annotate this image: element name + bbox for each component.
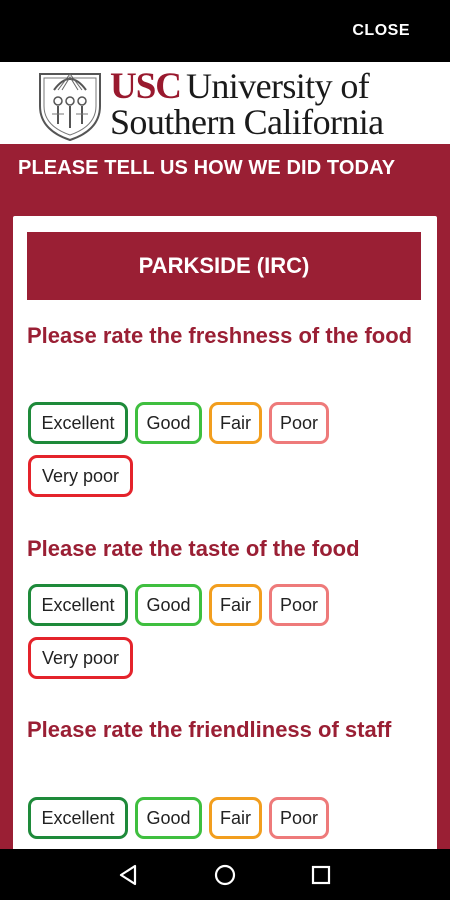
university-name-line2: Southern California — [110, 102, 384, 142]
freshness-fair-button[interactable]: Fair — [209, 402, 262, 444]
taste-poor-button[interactable]: Poor — [269, 584, 329, 626]
taste-excellent-button[interactable]: Excellent — [28, 584, 128, 626]
taste-good-button[interactable]: Good — [135, 584, 202, 626]
close-button[interactable]: CLOSE — [352, 22, 410, 40]
friendliness-poor-button[interactable]: Poor — [269, 797, 329, 839]
rating-row-friendliness: Excellent Good Fair Poor — [28, 797, 329, 839]
survey-area: PLEASE TELL US HOW WE DID TODAY PARKSIDE… — [0, 144, 450, 849]
rating-row-taste-2: Very poor — [28, 637, 133, 679]
friendliness-good-button[interactable]: Good — [135, 797, 202, 839]
freshness-poor-button[interactable]: Poor — [269, 402, 329, 444]
top-bar: CLOSE — [0, 0, 450, 62]
university-name-line1: University of — [186, 66, 370, 106]
usc-seal-icon — [39, 73, 101, 142]
usc-logo-header: USC University of Southern California — [0, 62, 450, 144]
rating-row-freshness: Excellent Good Fair Poor — [28, 402, 329, 444]
rating-row-taste: Excellent Good Fair Poor — [28, 584, 329, 626]
freshness-good-button[interactable]: Good — [135, 402, 202, 444]
survey-header: PLEASE TELL US HOW WE DID TODAY — [18, 157, 396, 179]
survey-card: PARKSIDE (IRC) Please rate the freshness… — [13, 216, 437, 849]
back-icon[interactable] — [116, 862, 142, 888]
freshness-excellent-button[interactable]: Excellent — [28, 402, 128, 444]
freshness-very-poor-button[interactable]: Very poor — [28, 455, 133, 497]
taste-very-poor-button[interactable]: Very poor — [28, 637, 133, 679]
friendliness-excellent-button[interactable]: Excellent — [28, 797, 128, 839]
question-taste: Please rate the taste of the food — [27, 536, 360, 561]
recents-icon[interactable] — [308, 862, 334, 888]
question-freshness: Please rate the freshness of the food — [27, 323, 413, 348]
home-icon[interactable] — [212, 862, 238, 888]
taste-fair-button[interactable]: Fair — [209, 584, 262, 626]
android-nav-bar — [0, 849, 450, 900]
friendliness-fair-button[interactable]: Fair — [209, 797, 262, 839]
venue-banner: PARKSIDE (IRC) — [27, 232, 421, 300]
usc-wordmark: USC — [110, 66, 182, 107]
question-friendliness: Please rate the friendliness of staff — [27, 717, 392, 742]
rating-row-freshness-2: Very poor — [28, 455, 133, 497]
